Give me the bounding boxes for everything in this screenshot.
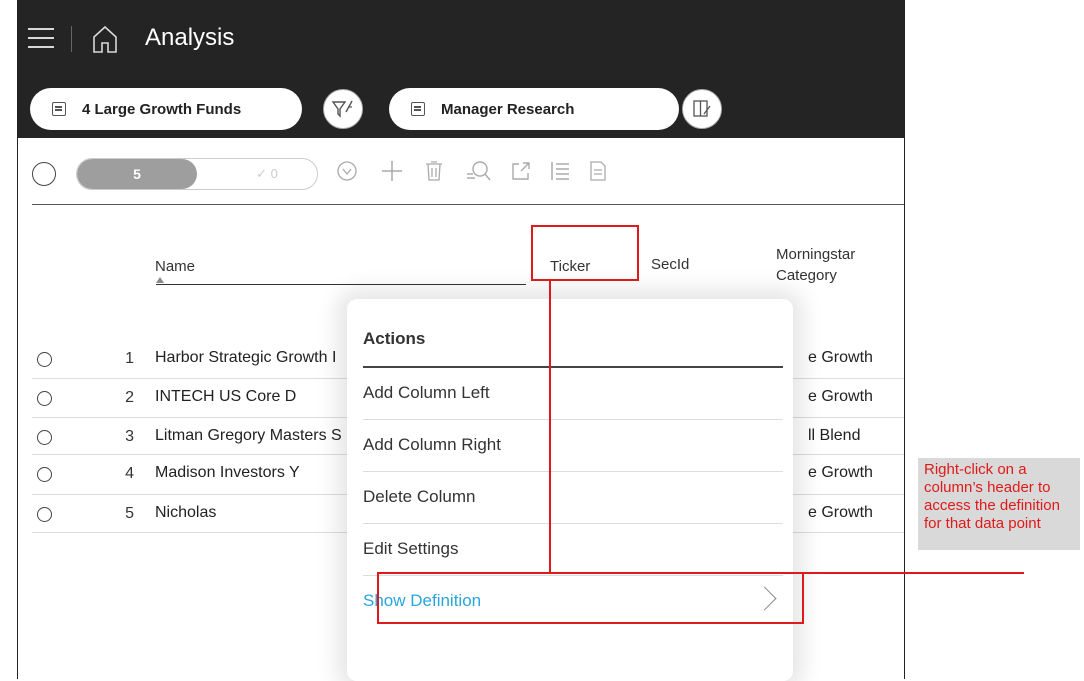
menu-item-label: Delete Column bbox=[363, 487, 476, 506]
top-bar: Analysis bbox=[18, 0, 904, 80]
filter-icon bbox=[331, 100, 353, 118]
annotation-leader-horizontal bbox=[804, 572, 1024, 574]
chevron-down-icon[interactable] bbox=[336, 160, 358, 182]
list-view-icon[interactable] bbox=[549, 160, 571, 182]
fund-category: ll Blend bbox=[808, 427, 861, 444]
annotation-callout: Right-click on a column’s header to acce… bbox=[918, 458, 1080, 550]
ticker-highlight-box bbox=[531, 225, 639, 281]
category-header-line1: Morningstar bbox=[776, 246, 856, 263]
columns-button[interactable] bbox=[682, 89, 722, 129]
category-header-line2: Category bbox=[776, 267, 837, 284]
row-select-radio[interactable] bbox=[37, 507, 52, 522]
list-icon bbox=[411, 102, 425, 116]
fund-name[interactable]: Nicholas bbox=[155, 504, 216, 522]
column-header-secid[interactable]: SecId bbox=[651, 256, 689, 273]
pill-bar: 4 Large Growth Funds Manager Research bbox=[18, 80, 904, 138]
document-icon[interactable] bbox=[588, 160, 608, 182]
column-header-category[interactable]: Morningstar Category bbox=[776, 244, 855, 286]
row-select-radio[interactable] bbox=[37, 391, 52, 406]
columns-icon bbox=[693, 100, 711, 117]
list-icon bbox=[52, 102, 66, 116]
fund-category: e Growth bbox=[808, 349, 873, 366]
select-all-radio[interactable] bbox=[32, 162, 56, 186]
checked-count-badge[interactable]: ✓ 0 bbox=[217, 159, 317, 189]
fund-name[interactable]: Litman Gregory Masters S bbox=[155, 427, 342, 445]
fund-name[interactable]: Harbor Strategic Growth I bbox=[155, 349, 336, 367]
row-number: 2 bbox=[125, 389, 134, 406]
trash-icon[interactable] bbox=[424, 160, 444, 182]
view-selector-label: Manager Research bbox=[441, 100, 575, 118]
fund-category: e Growth bbox=[808, 388, 873, 405]
column-header-name[interactable]: Name bbox=[155, 258, 195, 275]
menu-item-label: Edit Settings bbox=[363, 539, 459, 558]
sort-indicator-icon bbox=[156, 277, 164, 283]
row-number: 4 bbox=[125, 465, 134, 482]
list-selector-pill[interactable]: 4 Large Growth Funds bbox=[30, 88, 302, 130]
menu-item-add-column-right[interactable]: Add Column Right bbox=[363, 420, 783, 472]
menu-item-label: Add Column Right bbox=[363, 435, 501, 454]
menu-item-label: Add Column Left bbox=[363, 383, 490, 402]
app-title: Analysis bbox=[145, 24, 235, 51]
row-number: 1 bbox=[125, 350, 134, 367]
fund-name[interactable]: Madison Investors Y bbox=[155, 464, 300, 482]
context-menu-header: Actions bbox=[363, 329, 426, 348]
add-icon[interactable] bbox=[381, 160, 403, 182]
menu-item-edit-settings[interactable]: Edit Settings bbox=[363, 524, 783, 576]
toolbar-divider bbox=[32, 204, 904, 205]
menu-icon[interactable] bbox=[28, 28, 54, 48]
fund-category: e Growth bbox=[808, 504, 873, 521]
menu-item-delete-column[interactable]: Delete Column bbox=[363, 472, 783, 524]
row-select-radio[interactable] bbox=[37, 467, 52, 482]
export-icon[interactable] bbox=[510, 160, 532, 182]
filter-button[interactable] bbox=[323, 89, 363, 129]
show-definition-highlight-box bbox=[377, 572, 804, 624]
list-selector-label: 4 Large Growth Funds bbox=[82, 100, 242, 118]
home-icon[interactable] bbox=[91, 24, 119, 54]
selection-toggle[interactable]: 5 ✓ 0 bbox=[76, 158, 318, 190]
fund-category: e Growth bbox=[808, 464, 873, 481]
row-number: 3 bbox=[125, 428, 134, 445]
row-select-radio[interactable] bbox=[37, 430, 52, 445]
view-selector-pill[interactable]: Manager Research bbox=[389, 88, 679, 130]
menu-item-add-column-left[interactable]: Add Column Left bbox=[363, 368, 783, 420]
row-number: 5 bbox=[125, 505, 134, 522]
row-select-radio[interactable] bbox=[37, 352, 52, 367]
search-icon[interactable] bbox=[465, 160, 491, 182]
divider bbox=[71, 26, 72, 52]
fund-name[interactable]: INTECH US Core D bbox=[155, 388, 296, 406]
name-header-underline bbox=[156, 284, 526, 285]
selected-count-badge[interactable]: 5 bbox=[77, 159, 197, 189]
annotation-leader-vertical bbox=[549, 280, 551, 573]
